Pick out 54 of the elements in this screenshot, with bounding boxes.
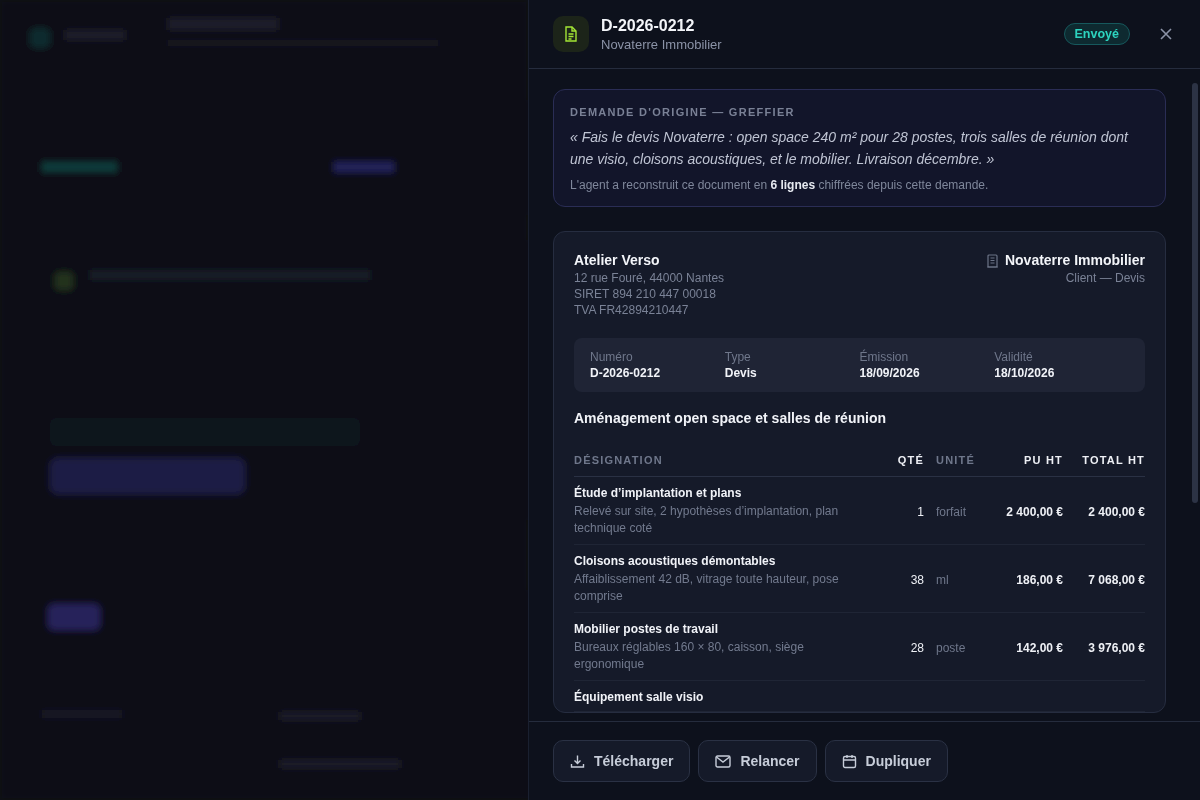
meta-value: D-2026-0212 [590, 366, 662, 380]
line-title: Équipement salle visio [574, 690, 705, 704]
meta-value: 18/10/2026 [994, 366, 1056, 380]
action-button[interactable]: Dupliquer [824, 740, 948, 782]
quantity-cell: 28 [910, 640, 924, 655]
column-header: PU HT [996, 444, 1063, 477]
meta-label: Validité [994, 350, 1034, 364]
unit-price-cell: 2 400,00 € [1006, 504, 1063, 519]
unit-cell: poste [936, 640, 966, 655]
column-header: QTÉ [884, 444, 924, 477]
request-note: L'agent a reconstruit ce document en 6 lignes chiffrées depuis cette demande. [570, 178, 990, 192]
line-description: Affaiblissement 42 dB, vitrage toute hauteur, pose comprise [574, 571, 840, 605]
quantity-cell: 38 [910, 572, 924, 587]
panel-subtitle: Novaterre Immobilier [601, 36, 723, 52]
mail-icon [715, 754, 732, 768]
total-cell: 2 400,00 € [1088, 504, 1145, 519]
close-icon [1160, 28, 1172, 40]
meta-value: Devis [724, 366, 758, 380]
download-icon [570, 753, 585, 769]
line-description: Relevé sur site, 2 hypothèses d’implantation, plan technique coté [574, 503, 840, 537]
unit-cell: ml [936, 572, 949, 587]
line-title: Cloisons acoustiques démontables [574, 554, 777, 568]
line-description: Bureaux réglables 160 × 80, caisson, siège ergonomique [574, 639, 805, 673]
issuer-detail: TVA FR42894210447 [574, 302, 690, 318]
meta-label: Type [724, 350, 752, 364]
column-header: TOTAL HT [1063, 444, 1145, 477]
column-header: UNITÉ [924, 444, 996, 477]
building-icon [985, 254, 999, 268]
client-role: Client — Devis [1064, 270, 1145, 286]
meta-value: 18/09/2026 [859, 366, 921, 380]
panel-title: D-2026-0212 [601, 16, 696, 35]
status-badge: Envoyé [1063, 23, 1130, 45]
quantity-cell: 1 [917, 504, 924, 519]
request-quote: « Fais le devis Novaterre : open space 240 m² pour 28 postes, trois salles de réunion dont une visio, cloisons acoustiques, et le mobilier. Livraison décembre. » [570, 128, 1130, 169]
document-icon [564, 26, 578, 42]
action-button[interactable]: Relancer [698, 740, 817, 782]
action-button[interactable]: Télécharger [553, 740, 691, 782]
total-cell: 7 068,00 € [1088, 572, 1145, 587]
unit-cell: forfait [936, 504, 966, 519]
column-header: DÉSIGNATION [574, 444, 884, 477]
meta-label: Émission [859, 350, 910, 364]
issuer-name: Atelier Verso [574, 252, 661, 268]
unit-price-cell: 142,00 € [1016, 640, 1063, 655]
calendar-icon [841, 753, 857, 769]
issuer-detail: 12 rue Fouré, 44000 Nantes [574, 270, 725, 286]
client-name: Novaterre Immobilier [1004, 252, 1145, 268]
total-cell: 3 976,00 € [1088, 640, 1145, 655]
line-title: Étude d’implantation et plans [574, 486, 743, 500]
request-heading: DEMANDE D'ORIGINE — GREFFIER [570, 106, 796, 118]
line-title: Mobilier postes de travail [574, 622, 720, 636]
meta-label: Numéro [590, 350, 634, 364]
unit-price-cell: 186,00 € [1016, 572, 1063, 587]
document-subject: Aménagement open space et salles de réunion [574, 410, 887, 426]
issuer-detail: SIRET 894 210 447 00018 [574, 286, 717, 302]
